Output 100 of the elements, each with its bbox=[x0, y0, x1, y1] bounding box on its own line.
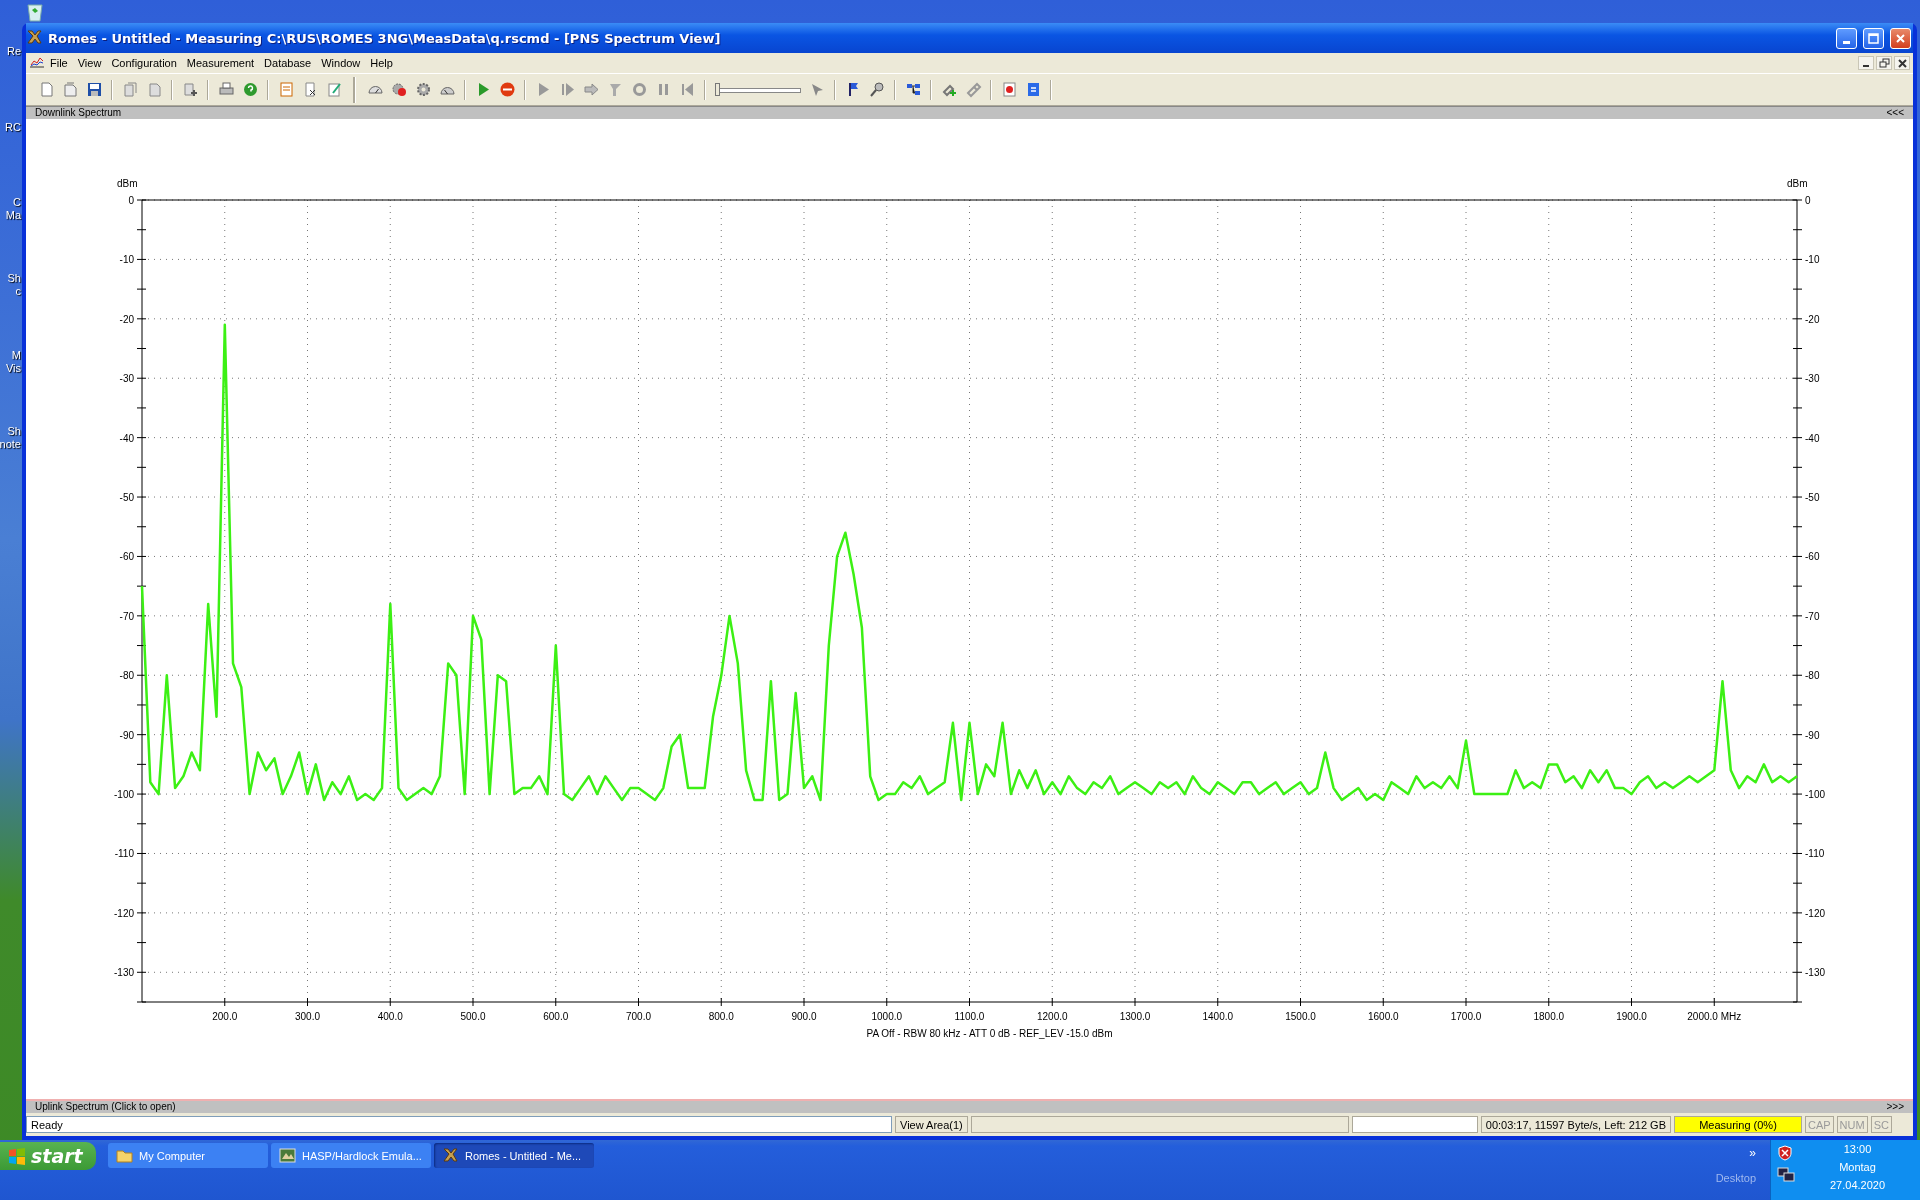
mdi-restore-button[interactable] bbox=[1876, 56, 1892, 70]
axis-tick-label: -80 bbox=[1805, 670, 1820, 682]
axis-tick-label: 1800.0 bbox=[1533, 1011, 1565, 1022]
save-icon[interactable] bbox=[85, 81, 103, 98]
axis-tick-label: -50 bbox=[1805, 492, 1820, 504]
maximize-icon bbox=[1868, 32, 1879, 44]
expand-toggle[interactable]: >>> bbox=[1886, 1102, 1904, 1112]
menu-item[interactable]: Help bbox=[365, 55, 398, 71]
axis-tick-label: -90 bbox=[119, 729, 134, 741]
gear-record-icon[interactable] bbox=[390, 81, 408, 98]
start-button[interactable]: start bbox=[0, 1142, 96, 1170]
windows-logo-icon bbox=[8, 1147, 26, 1165]
stop-icon[interactable] bbox=[498, 81, 516, 98]
status-panel: 00:03:17, 11597 Byte/s, Left: 212 GB bbox=[1480, 1116, 1671, 1133]
desktop-icon-label[interactable]: note bbox=[0, 438, 21, 451]
menu-item[interactable]: File bbox=[45, 55, 73, 71]
desktop-icon-label[interactable]: Vis bbox=[5, 362, 21, 375]
cycle-icon[interactable] bbox=[630, 81, 648, 98]
axis-tick-label: 0 bbox=[1805, 195, 1811, 206]
desktop-icon-label[interactable]: M bbox=[11, 349, 21, 362]
axis-tick-label: -60 bbox=[119, 551, 134, 563]
document-stack-icon[interactable] bbox=[61, 81, 79, 98]
close-icon bbox=[1895, 32, 1906, 44]
axis-tick-label: -30 bbox=[119, 373, 134, 385]
axis-tick-label: -30 bbox=[1805, 373, 1820, 385]
taskbar-button[interactable]: Romes - Untitled - Me... bbox=[434, 1143, 594, 1168]
record-document-icon[interactable] bbox=[1000, 81, 1018, 98]
panel-title: Downlink Spectrum bbox=[35, 108, 122, 118]
axis-tick-label: 500.0 bbox=[460, 1011, 486, 1022]
axis-tick-label: 1000.0 bbox=[871, 1011, 903, 1022]
menu-item[interactable]: Configuration bbox=[106, 55, 182, 71]
minimize-icon bbox=[1863, 65, 1869, 67]
axis-tick-label: -40 bbox=[1805, 432, 1820, 444]
status-indicator: Measuring (0%) bbox=[1674, 1116, 1802, 1133]
mdi-minimize-button[interactable] bbox=[1858, 56, 1874, 70]
recycle-bin-icon bbox=[26, 2, 44, 22]
tree-icon[interactable] bbox=[904, 81, 922, 98]
key-indicator: CAP bbox=[1805, 1116, 1834, 1133]
app-logo-icon bbox=[442, 1147, 459, 1164]
axis-tick-label: -40 bbox=[119, 432, 134, 444]
axis-tick-label: -10 bbox=[1805, 254, 1820, 266]
axis-tick-label: 1600.0 bbox=[1367, 1011, 1399, 1022]
collapse-toggle[interactable]: <<< bbox=[1886, 108, 1904, 118]
axis-tick-label: -100 bbox=[114, 789, 134, 801]
link-icon[interactable] bbox=[964, 81, 982, 98]
shield-icon[interactable] bbox=[1777, 1145, 1793, 1161]
status-text: Ready bbox=[26, 1116, 892, 1133]
add-document-icon[interactable] bbox=[181, 81, 199, 98]
window-title: Romes - Untitled - Measuring C:\RUS\ROMES 3NG\MeasData\q.rscmd - [PNS Spectrum View] bbox=[48, 30, 722, 46]
desktop-icon-label[interactable]: Sh bbox=[7, 272, 21, 285]
panel-header[interactable]: Uplink Spectrum (Click to open) >>> bbox=[26, 1099, 1913, 1113]
axis-tick-label: 1400.0 bbox=[1202, 1011, 1234, 1022]
maximize-button[interactable] bbox=[1863, 27, 1884, 49]
axis-tick-label: 1200.0 bbox=[1036, 1011, 1068, 1022]
axis-tick-label: 1700.0 bbox=[1450, 1011, 1482, 1022]
chevron-button[interactable]: » bbox=[1749, 1146, 1756, 1160]
axis-tick-label: 300.0 bbox=[295, 1011, 320, 1022]
desktop-icon-label[interactable]: Sh bbox=[7, 425, 21, 438]
help-icon[interactable] bbox=[241, 81, 259, 98]
menu-item[interactable]: View bbox=[72, 55, 107, 71]
desktop-icon-label[interactable]: Ma bbox=[5, 209, 21, 222]
edit-document-icon[interactable] bbox=[325, 81, 343, 98]
printer-icon[interactable] bbox=[217, 81, 235, 98]
desktop-icon-label[interactable]: c bbox=[15, 285, 21, 298]
slider-thumb[interactable] bbox=[715, 82, 720, 96]
notepad-icon[interactable] bbox=[277, 81, 295, 98]
axis-tick-label: 1500.0 bbox=[1285, 1011, 1316, 1022]
axis-tick-label: -60 bbox=[1805, 551, 1820, 563]
unit-label: dBm bbox=[117, 178, 138, 189]
mdi-close-button[interactable] bbox=[1894, 56, 1910, 70]
clock-text: 13:00 bbox=[1843, 1143, 1872, 1155]
minimize-icon bbox=[1843, 40, 1850, 44]
menu-item[interactable]: Window bbox=[316, 55, 366, 71]
desktop-icon-label[interactable]: RC bbox=[5, 121, 21, 134]
key-indicator: NUM bbox=[1836, 1116, 1868, 1133]
axis-tick-label: -90 bbox=[1805, 729, 1820, 741]
axis-tick-label: 0 bbox=[128, 195, 134, 206]
gear-icon[interactable] bbox=[414, 81, 432, 98]
menu-item[interactable]: Measurement bbox=[181, 55, 260, 71]
axis-tick-label: 2000.0 MHz bbox=[1687, 1011, 1742, 1022]
axis-tick-label: -10 bbox=[119, 254, 134, 266]
desktop-icon-label[interactable]: C bbox=[13, 196, 21, 209]
taskbar-button[interactable]: HASP/Hardlock Emula... bbox=[271, 1143, 431, 1168]
axis-tick-label: 1900.0 bbox=[1616, 1011, 1647, 1022]
axis-tick-label: -80 bbox=[119, 670, 134, 682]
network-computer-icon[interactable] bbox=[1777, 1167, 1795, 1183]
desktop-icon-label[interactable]: Re bbox=[6, 45, 21, 58]
menu-item[interactable]: Database bbox=[259, 55, 317, 71]
minimize-button[interactable] bbox=[1836, 27, 1857, 49]
taskbar-button[interactable]: My Computer bbox=[108, 1143, 268, 1168]
axis-tick-label: 700.0 bbox=[626, 1011, 651, 1022]
axis-tick-label: -20 bbox=[1805, 313, 1820, 325]
magnifier-icon[interactable] bbox=[868, 81, 886, 98]
axis-tick-label: 200.0 bbox=[212, 1011, 238, 1022]
folder-icon bbox=[116, 1147, 133, 1164]
close-button[interactable] bbox=[1890, 27, 1911, 49]
chart-caption: PA Off - RBW 80 kHz - ATT 0 dB - REF_LEV -15.0 dBm bbox=[866, 1028, 1113, 1039]
arrow-right-icon[interactable] bbox=[582, 81, 600, 98]
key-indicator: SC bbox=[1870, 1116, 1892, 1133]
close-icon bbox=[1896, 57, 1908, 69]
